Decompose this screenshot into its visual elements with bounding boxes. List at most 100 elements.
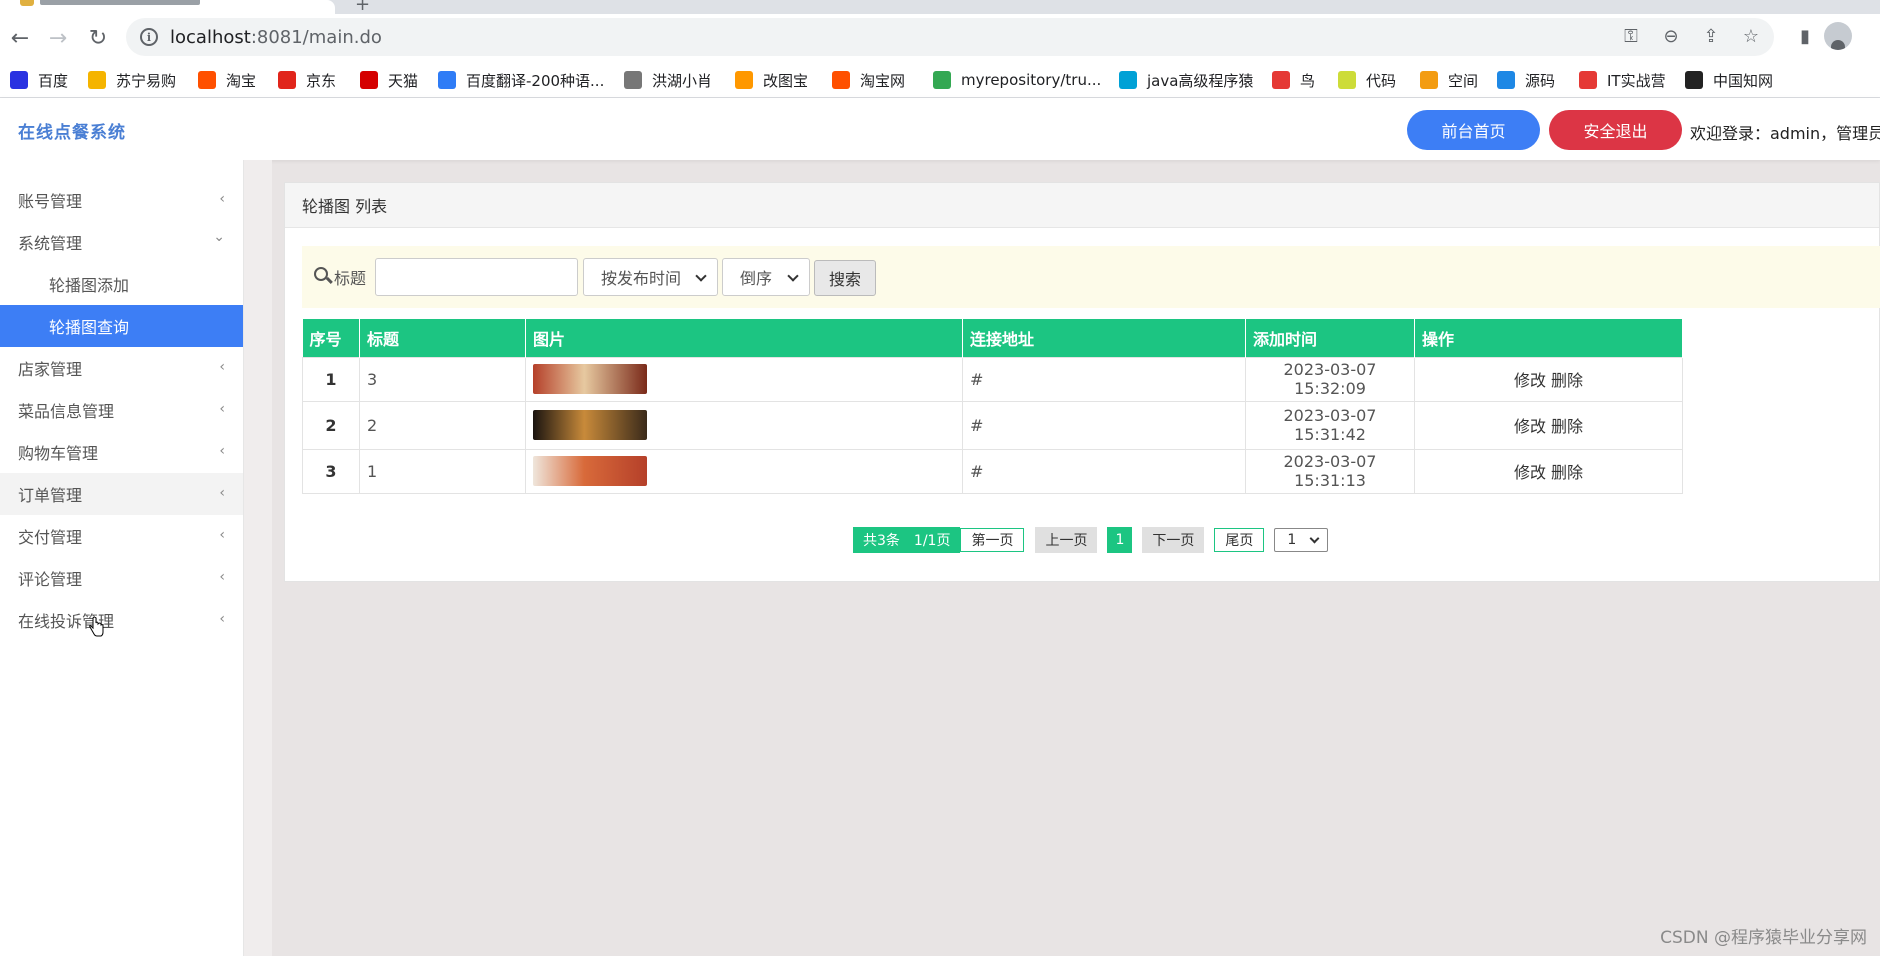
search-button[interactable]: 搜索: [814, 260, 876, 296]
bookmark-item[interactable]: IT实战营: [1579, 68, 1666, 92]
bookmark-item[interactable]: 鸟: [1272, 68, 1315, 92]
bookmark-item[interactable]: 源码: [1497, 68, 1555, 92]
taobao-icon: [198, 71, 216, 89]
address-bar[interactable]: i localhost:8081/main.do ⚿ ⊖ ⇪ ☆: [126, 18, 1774, 56]
bookmark-item[interactable]: 百度: [10, 68, 68, 92]
sidebar-item-system[interactable]: 系统管理 ⌄: [0, 221, 243, 263]
panel-title: 轮播图 列表: [285, 183, 1879, 228]
col-header-image: 图片: [525, 319, 963, 357]
sidebar-item-cart[interactable]: 购物车管理 ‹: [0, 431, 243, 473]
hongu-icon: [624, 71, 642, 89]
carousel-thumbnail[interactable]: [533, 456, 647, 486]
chevron-left-icon: ‹: [219, 401, 225, 417]
search-bar: 标题 按发布时间 倒序 搜索: [302, 246, 1880, 308]
last-page-button[interactable]: 尾页: [1214, 528, 1265, 552]
back-icon[interactable]: ←: [4, 22, 36, 54]
chevron-left-icon: ‹: [219, 191, 225, 207]
carousel-thumbnail[interactable]: [533, 364, 647, 394]
logout-button[interactable]: 安全退出: [1549, 110, 1682, 150]
sidebar-item-store[interactable]: 店家管理 ‹: [0, 347, 243, 389]
row-time: 2023-03-07 15:31:13: [1245, 448, 1415, 494]
delete-link[interactable]: 删除: [1551, 417, 1583, 436]
delete-link[interactable]: 删除: [1551, 371, 1583, 390]
bookmark-item[interactable]: 洪湖小肖: [624, 68, 712, 92]
tab-title: [40, 0, 200, 5]
next-page-button[interactable]: 下一页: [1142, 527, 1205, 553]
bookmark-item[interactable]: 淘宝: [198, 68, 256, 92]
search-label: 标题: [334, 269, 367, 288]
col-header-actions: 操作: [1414, 319, 1683, 357]
col-header-link: 连接地址: [962, 319, 1246, 357]
row-image-cell: [525, 356, 963, 402]
bookmark-item[interactable]: 京东: [278, 68, 336, 92]
key-icon[interactable]: ⚿: [1620, 25, 1642, 47]
bookmark-item[interactable]: 空间: [1420, 68, 1478, 92]
sidebar-item-dishes[interactable]: 菜品信息管理 ‹: [0, 389, 243, 431]
bookmark-label: 京东: [306, 71, 337, 90]
bookmark-label: 改图宝: [763, 71, 809, 90]
sidebar-item-account[interactable]: 账号管理 ‹: [0, 179, 243, 221]
edit-link[interactable]: 修改: [1514, 463, 1546, 482]
bookmark-star-icon[interactable]: ☆: [1740, 25, 1762, 47]
jd-icon: [278, 71, 296, 89]
bookmark-item[interactable]: 苏宁易购: [88, 68, 176, 92]
bookmark-label: 百度: [38, 71, 69, 90]
browser-tab-strip: +: [0, 0, 1880, 15]
page-jump-select[interactable]: 1: [1274, 528, 1329, 552]
sidebar-item-delivery[interactable]: 交付管理 ‹: [0, 515, 243, 557]
front-home-button[interactable]: 前台首页: [1407, 110, 1540, 150]
sidebar-item-complaints[interactable]: 在线投诉管理 ‹: [0, 599, 243, 641]
table-header-row: 序号 标题 图片 连接地址 添加时间 操作: [302, 319, 1683, 357]
bookmark-item[interactable]: 淘宝网: [832, 68, 905, 92]
col-header-time: 添加时间: [1245, 319, 1415, 357]
sort-field-select[interactable]: 按发布时间: [583, 258, 718, 296]
it-icon: [1579, 71, 1597, 89]
sidebar-item-label: 系统管理: [18, 234, 83, 253]
col-header-title: 标题: [359, 319, 526, 357]
carousel-thumbnail[interactable]: [533, 410, 647, 440]
sidebar-item-label: 菜品信息管理: [18, 402, 115, 421]
bookmark-item[interactable]: 百度翻译-200种语...: [438, 68, 604, 92]
bookmark-item[interactable]: 中国知网: [1685, 68, 1773, 92]
sidebar-item-orders[interactable]: 订单管理 ‹: [0, 473, 243, 515]
chrome-icon: [933, 71, 951, 89]
bookmark-label: 鸟: [1300, 71, 1316, 90]
share-icon[interactable]: ⇪: [1700, 25, 1722, 47]
current-page-button[interactable]: 1: [1107, 527, 1133, 553]
code-icon: [1338, 71, 1356, 89]
browser-toolbar: ← → ↻ i localhost:8081/main.do ⚿ ⊖ ⇪ ☆ ▮: [0, 14, 1880, 62]
bilibili-icon: [1119, 71, 1137, 89]
profile-icon[interactable]: [1824, 22, 1852, 50]
bookmark-item[interactable]: 代码: [1338, 68, 1396, 92]
bookmark-item[interactable]: myrepository/tru...: [933, 68, 1101, 92]
tmall-icon: [360, 71, 378, 89]
site-info-icon[interactable]: i: [140, 28, 158, 46]
bookmark-item[interactable]: 改图宝: [735, 68, 808, 92]
sidebar-item-label: 轮播图添加: [49, 276, 130, 295]
edit-link[interactable]: 修改: [1514, 371, 1546, 390]
url-host: localhost: [170, 27, 251, 48]
sidebar-item-carousel-query[interactable]: 轮播图查询: [0, 305, 243, 347]
zoom-icon[interactable]: ⊖: [1660, 25, 1682, 47]
bookmark-item[interactable]: 天猫: [360, 68, 418, 92]
row-time: 2023-03-07 15:32:09: [1245, 356, 1415, 402]
chevron-left-icon: ‹: [219, 611, 225, 627]
bookmark-item[interactable]: java高级程序猿: [1119, 68, 1253, 92]
bookmark-label: 洪湖小肖: [652, 71, 713, 90]
new-tab-icon[interactable]: +: [355, 0, 370, 15]
side-panel-icon[interactable]: ▮: [1800, 26, 1810, 47]
reload-icon[interactable]: ↻: [82, 22, 114, 54]
prev-page-button[interactable]: 上一页: [1035, 527, 1098, 553]
title-search-input[interactable]: [375, 258, 578, 296]
row-actions: 修改 删除: [1414, 356, 1683, 402]
forward-icon[interactable]: →: [42, 22, 74, 54]
sidebar-item-comments[interactable]: 评论管理 ‹: [0, 557, 243, 599]
url-text[interactable]: localhost:8081/main.do: [170, 27, 382, 48]
browser-active-tab[interactable]: [0, 0, 335, 14]
sort-order-select[interactable]: 倒序: [722, 258, 810, 296]
edit-link[interactable]: 修改: [1514, 417, 1546, 436]
row-actions: 修改 删除: [1414, 448, 1683, 494]
delete-link[interactable]: 删除: [1551, 463, 1583, 482]
first-page-button[interactable]: 第一页: [960, 528, 1025, 552]
sidebar-item-carousel-add[interactable]: 轮播图添加: [0, 263, 243, 305]
